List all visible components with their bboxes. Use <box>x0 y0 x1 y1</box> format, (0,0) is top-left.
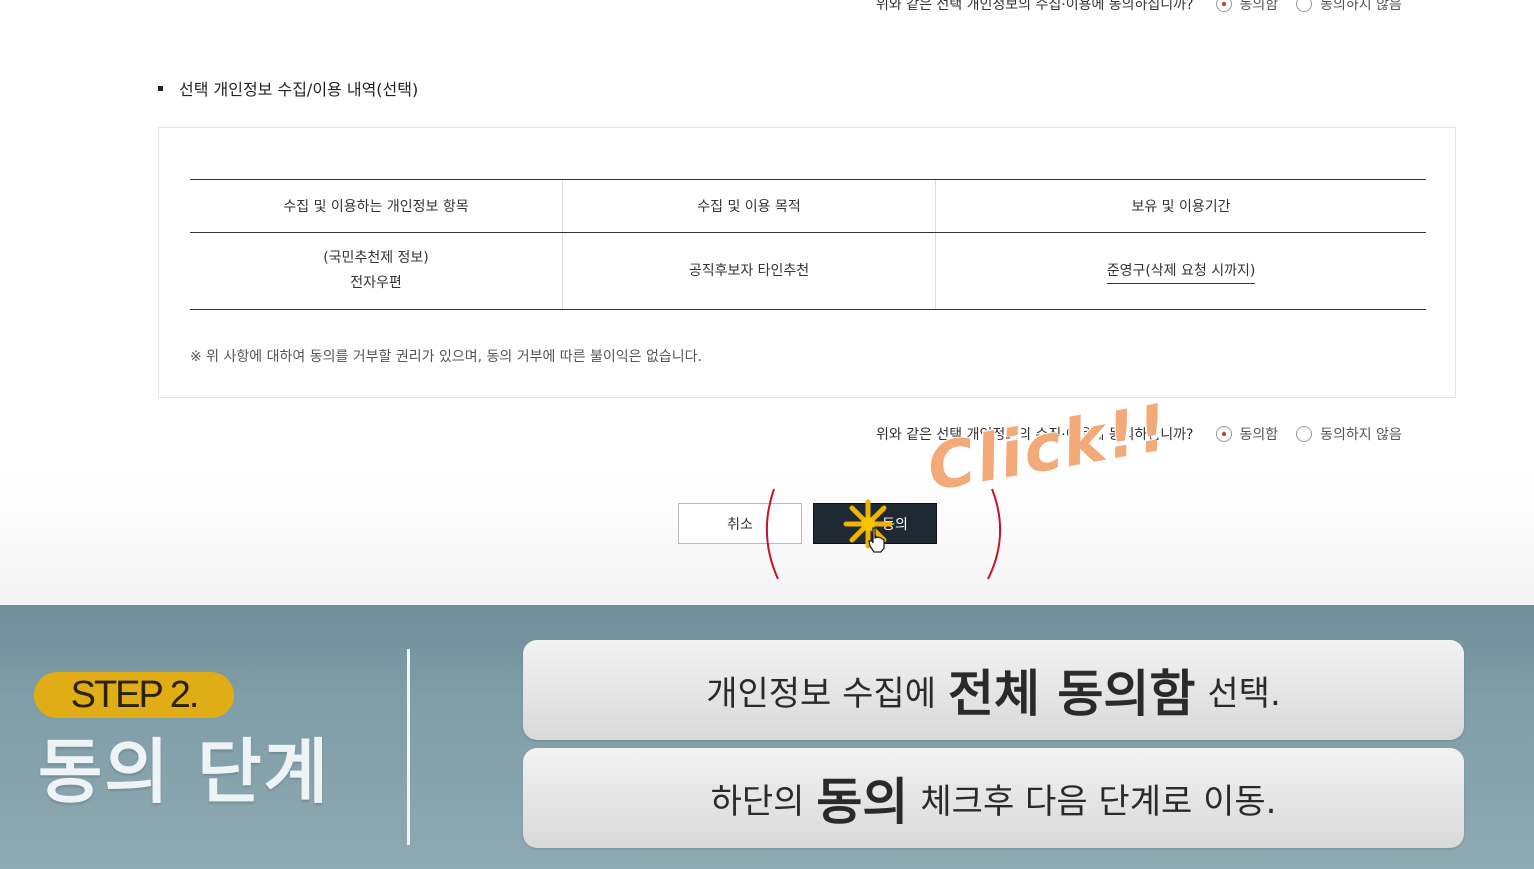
table-row: (국민추천제 정보) 전자우편 공직후보자 타인추천 준영구(삭제 요청 시까지… <box>190 232 1426 310</box>
square-bullet-icon <box>158 85 163 91</box>
instruction-line-1: 개인정보 수집에 전체 동의함 선택. <box>523 640 1464 740</box>
overlay-divider <box>407 649 410 845</box>
cell-items-line1: (국민추천제 정보) <box>323 250 429 266</box>
step-badge: STEP 2. <box>34 672 234 718</box>
cell-items: (국민추천제 정보) 전자우편 <box>190 232 563 310</box>
header-items: 수집 및 이용하는 개인정보 항목 <box>190 179 563 233</box>
header-period: 보유 및 이용기간 <box>935 179 1426 233</box>
line2-post: 체크후 다음 단계로 이동. <box>920 781 1277 822</box>
top-consent-agree-option[interactable]: 동의함 <box>1215 0 1279 14</box>
bottom-consent-disagree-option[interactable]: 동의하지 않음 <box>1296 424 1402 444</box>
line2-pre: 하단의 <box>710 781 805 822</box>
cell-purpose: 공직후보자 타인추천 <box>562 232 936 310</box>
cell-items-line2: 전자우편 <box>350 275 402 291</box>
line1-emphasis: 전체 동의함 <box>947 665 1196 723</box>
period-text: 준영구(삭제 요청 시까지) <box>1106 262 1256 284</box>
radio-agree-top[interactable] <box>1215 0 1232 12</box>
radio-disagree-top[interactable] <box>1296 0 1313 12</box>
line1-post: 선택. <box>1207 673 1281 714</box>
bottom-consent-agree-option[interactable]: 동의함 <box>1215 424 1279 444</box>
radio-agree-bottom[interactable] <box>1215 426 1232 442</box>
section-title-text: 선택 개인정보 수집/이용 내역(선택) <box>179 80 419 99</box>
bottom-disagree-label: 동의하지 않음 <box>1320 427 1402 443</box>
top-agree-label: 동의함 <box>1239 0 1279 13</box>
header-purpose: 수집 및 이용 목적 <box>562 179 936 233</box>
step-title: 동의 단계 <box>38 731 330 813</box>
instruction-line-2: 하단의 동의 체크후 다음 단계로 이동. <box>523 748 1464 848</box>
table-header-row: 수집 및 이용하는 개인정보 항목 수집 및 이용 목적 보유 및 이용기간 <box>190 179 1426 233</box>
top-consent-question: 위와 같은 선택 개인정보의 수집·이용에 동의하십니까? <box>876 0 1194 13</box>
bottom-agree-label: 동의함 <box>1239 427 1279 443</box>
privacy-info-table: 수집 및 이용하는 개인정보 항목 수집 및 이용 목적 보유 및 이용기간 (… <box>190 179 1426 310</box>
refusal-note: ※ 위 사항에 대하여 동의를 거부할 권리가 있으며, 동의 거부에 따른 불… <box>190 349 702 365</box>
hand-cursor-icon <box>868 527 885 553</box>
top-disagree-label: 동의하지 않음 <box>1320 0 1402 13</box>
radio-disagree-bottom[interactable] <box>1296 426 1313 442</box>
privacy-info-box: 수집 및 이용하는 개인정보 항목 수집 및 이용 목적 보유 및 이용기간 (… <box>158 127 1456 398</box>
section-title: 선택 개인정보 수집/이용 내역(선택) <box>158 76 418 100</box>
top-consent-disagree-option[interactable]: 동의하지 않음 <box>1296 0 1402 14</box>
cell-period: 준영구(삭제 요청 시까지) <box>935 232 1426 310</box>
line1-pre: 개인정보 수집에 <box>706 673 936 714</box>
line2-emphasis: 동의 <box>816 773 909 831</box>
top-consent-row: 위와 같은 선택 개인정보의 수집·이용에 동의하십니까? 동의함 동의하지 않… <box>876 0 1420 14</box>
